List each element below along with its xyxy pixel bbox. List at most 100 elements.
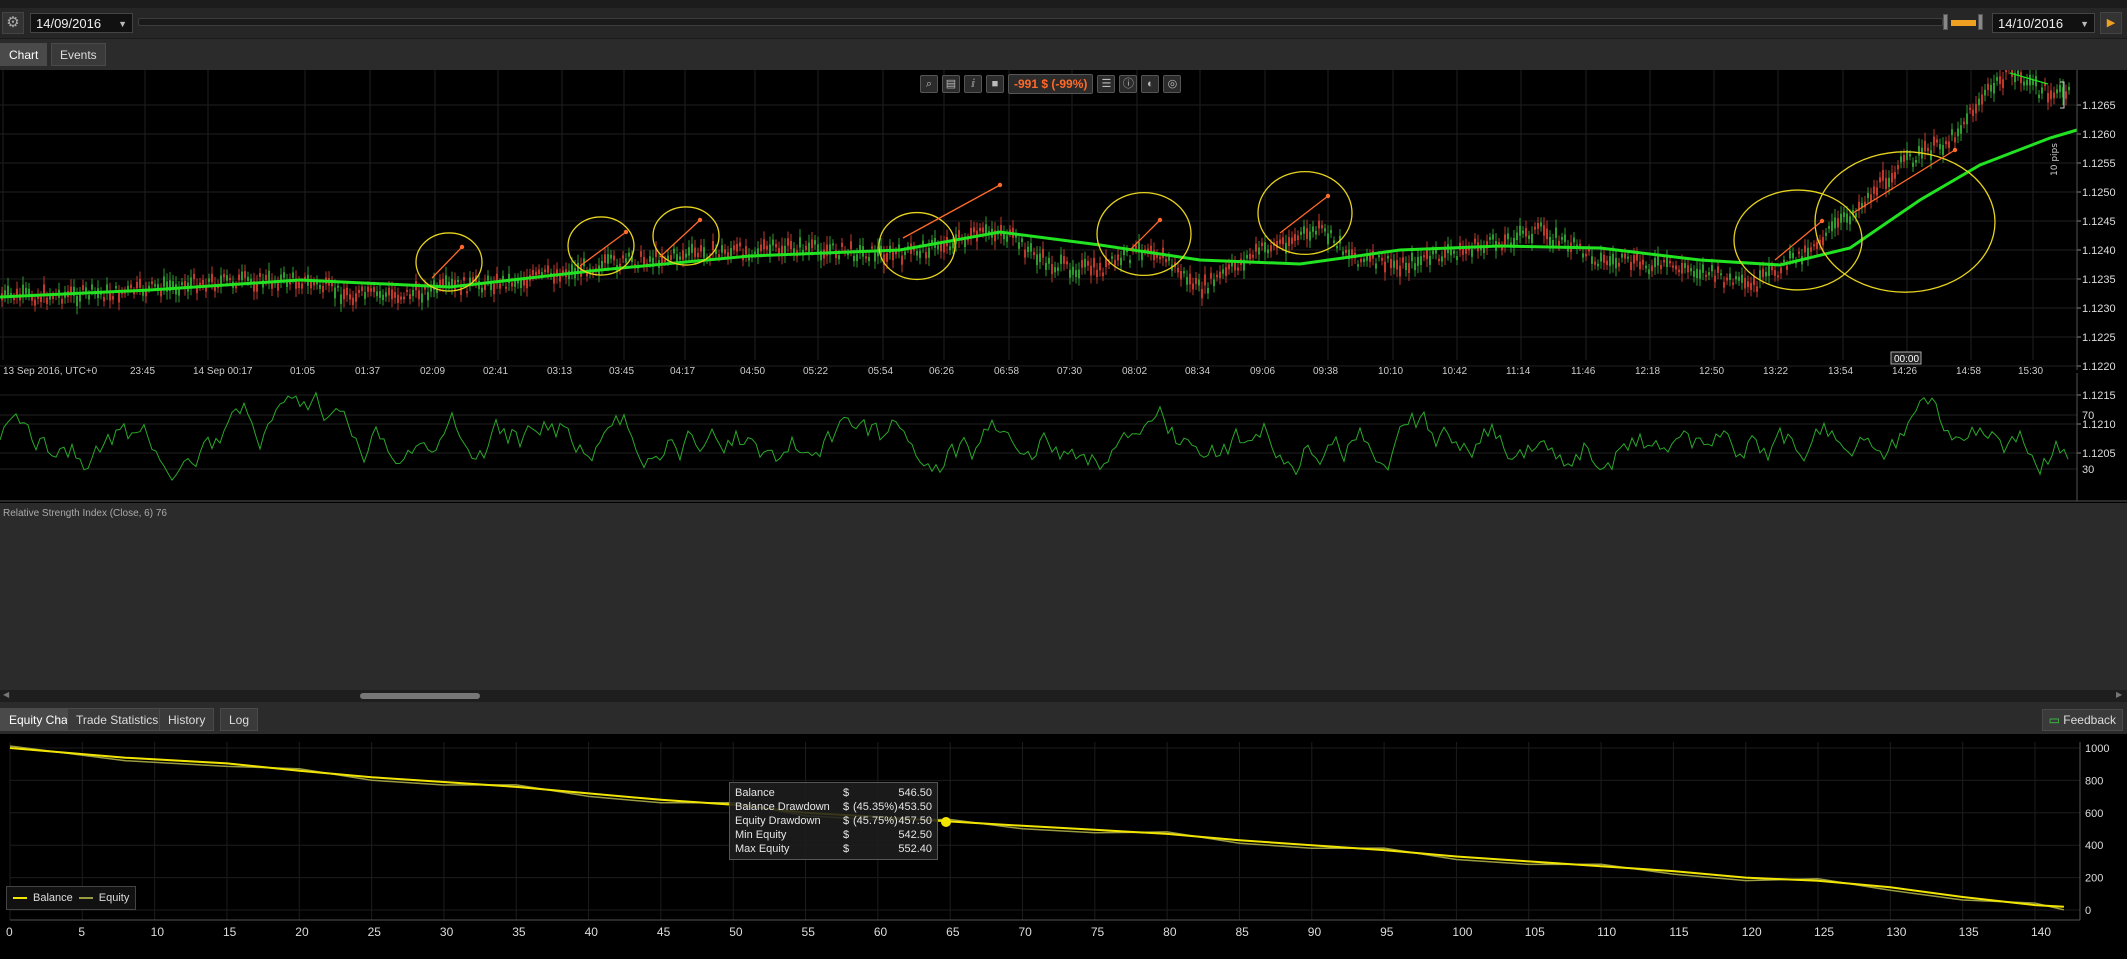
- candle: [481, 287, 483, 293]
- scroll-right-icon[interactable]: ▶: [2116, 690, 2122, 699]
- candle: [1720, 273, 1722, 276]
- candle: [1546, 228, 1548, 240]
- equity-x-tick-label: 130: [1886, 925, 1906, 939]
- list-icon[interactable]: ☰: [1097, 75, 1116, 93]
- candle: [2026, 79, 2028, 86]
- profit-loss-badge: -991 $ (-99%): [1008, 74, 1094, 94]
- candle: [1279, 239, 1281, 244]
- end-date-select[interactable]: 14/10/2016 ▼: [1992, 13, 2095, 33]
- zoom-icon[interactable]: ⌕: [920, 75, 938, 93]
- tab-trade-statistics[interactable]: Trade Statistics: [67, 708, 168, 731]
- candle: [511, 282, 513, 287]
- scroll-left-icon[interactable]: ◀: [3, 690, 9, 699]
- time-tick-label: 04:50: [740, 366, 765, 377]
- chart-toolbar: ⌕ ▤ ⅈ ■ -991 $ (-99%) ☰ ⓘ ◐ ◎: [920, 74, 1182, 94]
- chart-grid: [0, 70, 2077, 454]
- chart-settings-icon[interactable]: ▤: [942, 75, 960, 93]
- candle: [1357, 264, 1359, 267]
- candle: [181, 282, 183, 285]
- candle: [979, 227, 981, 232]
- candle: [1813, 244, 1815, 247]
- candle: [1582, 253, 1584, 258]
- candle: [613, 255, 615, 261]
- candle: [733, 245, 735, 250]
- settings-gear-icon[interactable]: ⚙: [2, 12, 24, 34]
- equity-x-axis: 0 5 10 15 20 25 30 35 40 45 50 55 60 65 70 75 80 85 90 95 10…: [6, 919, 2080, 939]
- candle: [673, 248, 675, 254]
- candle: [301, 283, 303, 289]
- candle: [1135, 245, 1137, 249]
- screenshot-icon[interactable]: ◎: [1163, 75, 1182, 93]
- candle: [1885, 178, 1887, 189]
- candle: [1924, 140, 1926, 152]
- timeline-end-handle[interactable]: [1978, 14, 1983, 30]
- candle: [427, 292, 429, 301]
- candle: [1765, 271, 1767, 277]
- equity-x-tick-label: 85: [1235, 925, 1249, 939]
- info-icon[interactable]: ⓘ: [1119, 75, 1138, 93]
- candle: [1912, 162, 1914, 167]
- candle: [235, 285, 237, 289]
- candle: [43, 284, 45, 295]
- candle: [82, 285, 84, 291]
- equity-x-tick-label: 25: [368, 925, 382, 939]
- equity-x-tick-label: 5: [78, 925, 85, 939]
- candle: [7, 285, 9, 296]
- timeline-start-handle[interactable]: [1943, 14, 1948, 30]
- trend-endpoint: [997, 182, 1003, 188]
- candle: [2020, 72, 2022, 84]
- candle: [1075, 270, 1077, 278]
- play-icon[interactable]: ▶: [2100, 12, 2122, 34]
- tab-chart[interactable]: Chart: [0, 43, 48, 66]
- equity-chart[interactable]: 1000 800 600 400 200 0 0 5 10 15 20 25 30 35 40 45 50 55…: [0, 734, 2127, 959]
- candle: [1393, 260, 1395, 268]
- chart-horizontal-scrollbar[interactable]: [0, 690, 2127, 702]
- legend-equity[interactable]: Equity: [99, 888, 130, 908]
- candle: [886, 253, 888, 262]
- candle: [805, 245, 807, 250]
- equity-x-tick-label: 95: [1380, 925, 1394, 939]
- scrollbar-thumb[interactable]: [360, 693, 480, 699]
- start-date-select[interactable]: 14/09/2016 ▼: [30, 13, 133, 33]
- tab-events[interactable]: Events: [51, 43, 106, 66]
- candle: [952, 242, 954, 249]
- trend-line: [579, 231, 627, 267]
- candle: [1564, 234, 1566, 243]
- equity-x-tick-label: 30: [440, 925, 454, 939]
- trade-circle: [1096, 191, 1192, 277]
- candle: [412, 289, 414, 296]
- candle: [1303, 226, 1305, 234]
- candle: [238, 274, 240, 281]
- equity-hover-point[interactable]: [941, 817, 951, 827]
- candle: [76, 295, 78, 307]
- candle: [1543, 225, 1545, 236]
- drawing-tool-icon[interactable]: ■: [986, 75, 1004, 93]
- candle: [856, 254, 858, 262]
- candle: [1948, 141, 1950, 148]
- candle: [799, 237, 801, 248]
- equity-y-tick-label: 200: [2085, 873, 2103, 885]
- equity-x-tick-label: 105: [1525, 925, 1545, 939]
- feedback-button[interactable]: ▭ Feedback: [2041, 709, 2123, 731]
- tab-history[interactable]: History: [159, 708, 215, 731]
- candle: [895, 251, 897, 255]
- price-chart[interactable]: 1.1265 1.1260 1.1255 1.1250 1.1245 1.1240 1.12…: [0, 70, 2127, 503]
- candle: [1087, 261, 1089, 266]
- candle: [343, 289, 345, 300]
- tab-log[interactable]: Log: [220, 708, 259, 731]
- candle: [1894, 172, 1896, 179]
- backtest-timeline-track[interactable]: [138, 18, 1943, 26]
- candle: [259, 273, 261, 277]
- legend-balance[interactable]: Balance: [33, 888, 73, 908]
- visual-mode-icon[interactable]: ◐: [1141, 75, 1160, 93]
- candle: [292, 272, 294, 278]
- candle: [697, 252, 699, 258]
- candle: [499, 283, 501, 289]
- candle: [832, 243, 834, 246]
- candle: [1816, 242, 1818, 249]
- candle: [61, 298, 63, 304]
- candle: [1594, 261, 1596, 265]
- equity-x-tick-label: 70: [1019, 925, 1033, 939]
- indicators-icon[interactable]: ⅈ: [964, 75, 982, 93]
- candle: [337, 285, 339, 288]
